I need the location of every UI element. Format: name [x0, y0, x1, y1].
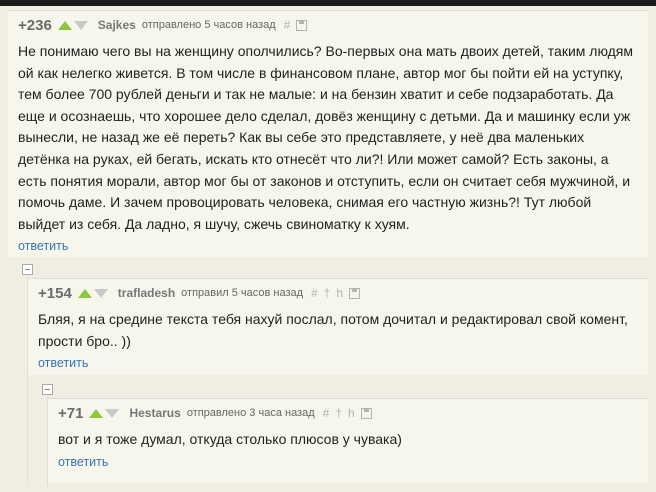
comment-header: +71 Hestarus отправлено 3 часа назад # †…: [48, 399, 648, 427]
vote-down-icon[interactable]: [73, 20, 88, 30]
vote-up-icon[interactable]: [57, 20, 72, 30]
parent-comment-icon[interactable]: †: [324, 286, 331, 300]
vote-up-icon[interactable]: [77, 288, 92, 298]
save-icon[interactable]: [349, 287, 361, 299]
comment-author[interactable]: Hestarus: [129, 406, 180, 420]
permalink-icon[interactable]: #: [284, 18, 291, 32]
comment-timestamp: отправил 5 часов назад: [181, 287, 304, 299]
reply-link[interactable]: ответить: [48, 455, 648, 469]
comment-text: вот и я тоже думал, откуда столько плюсо…: [58, 431, 402, 447]
comment: +154 trafladesh отправил 5 часов назад #…: [28, 278, 648, 375]
collapse-thread-icon[interactable]: [42, 384, 53, 395]
comment-rating: +71: [58, 404, 84, 422]
top-bar: [0, 0, 656, 6]
save-icon[interactable]: [296, 19, 308, 31]
history-icon[interactable]: h: [348, 406, 355, 420]
vote-up-icon[interactable]: [89, 408, 104, 418]
reply-link[interactable]: ответить: [28, 356, 648, 370]
vote-down-icon[interactable]: [105, 408, 120, 418]
comment-rating: +236: [18, 16, 52, 34]
comment: +71 Hestarus отправлено 3 часа назад # †…: [48, 398, 648, 483]
reply-link[interactable]: ответить: [8, 239, 648, 253]
save-icon[interactable]: [360, 407, 372, 419]
vote-down-icon[interactable]: [93, 288, 108, 298]
history-icon[interactable]: h: [336, 286, 343, 300]
comment-text: Бляя, я на средине текста тебя нахуй пос…: [38, 311, 628, 349]
parent-comment-icon[interactable]: †: [335, 406, 342, 420]
comment: +236 Sajkes отправлено 5 часов назад # Н…: [8, 10, 648, 257]
comment-author[interactable]: trafladesh: [118, 286, 175, 300]
comment-timestamp: отправлено 5 часов назад: [141, 19, 276, 31]
comment-text: Не понимаю чего вы на женщину ополчились…: [18, 43, 634, 232]
comment-header: +236 Sajkes отправлено 5 часов назад #: [8, 11, 648, 39]
comment-author[interactable]: Sajkes: [98, 18, 136, 32]
comment-header: +154 trafladesh отправил 5 часов назад #…: [28, 279, 648, 307]
collapse-thread-icon[interactable]: [22, 264, 33, 275]
permalink-icon[interactable]: #: [311, 286, 318, 300]
permalink-icon[interactable]: #: [323, 406, 330, 420]
comment-rating: +154: [38, 284, 72, 302]
comment-timestamp: отправлено 3 часа назад: [186, 407, 315, 419]
